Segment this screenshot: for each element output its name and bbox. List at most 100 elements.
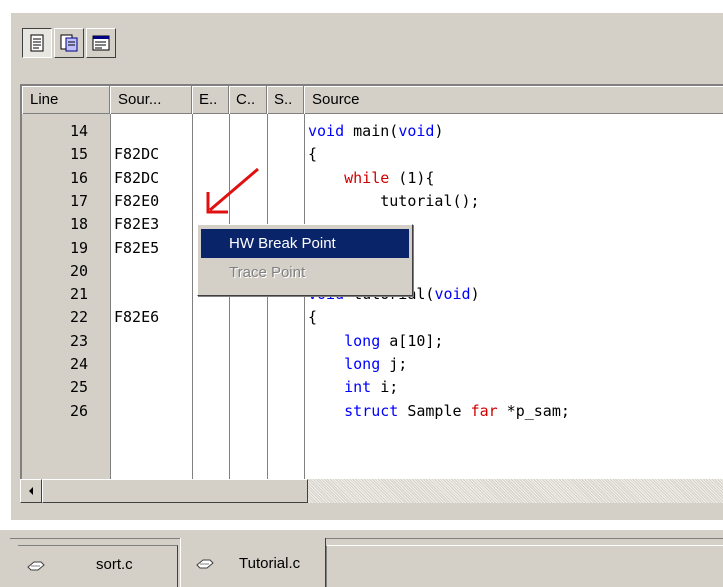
annotation-arrow-icon <box>206 167 259 214</box>
source-address <box>114 120 194 142</box>
code-token: while <box>344 168 390 187</box>
menu-item-trace-point[interactable]: Trace Point <box>201 258 409 287</box>
source-address: F82E3 <box>114 215 160 234</box>
triangle-left-icon <box>29 487 33 495</box>
line-number: 17 <box>69 191 88 210</box>
file-link-icon <box>27 561 45 571</box>
source-address: F82E6 <box>114 308 160 327</box>
source-code: long a[10]; <box>308 330 443 352</box>
line-number: 16 <box>69 168 88 187</box>
code-token: int <box>344 378 372 397</box>
scroll-left-button[interactable] <box>20 479 42 503</box>
line-number: 22 <box>69 308 88 327</box>
table-row[interactable] <box>22 423 723 445</box>
column-header-line[interactable]: Line <box>22 86 110 114</box>
mixed-view-button[interactable] <box>54 28 84 58</box>
source-address <box>114 330 194 352</box>
line-number: 25 <box>69 378 88 397</box>
line-number: 21 <box>69 285 88 304</box>
grid-header: Line Sour... E.. C.. S.. Source <box>22 86 723 114</box>
source-address <box>114 423 194 445</box>
line-number: 14 <box>69 122 88 140</box>
source-code: struct Sample far *p_sam; <box>308 400 570 422</box>
table-row[interactable]: 26 struct Sample far *p_sam; <box>22 400 723 422</box>
table-row[interactable]: 16 F82DC while (1){ <box>22 167 723 189</box>
scroll-track[interactable] <box>308 479 723 503</box>
code-token: a[10]; <box>380 331 444 350</box>
source-code: { <box>308 306 317 328</box>
line-number: 19 <box>69 238 88 257</box>
source-view-icon <box>30 34 44 52</box>
file-link-icon <box>196 559 214 569</box>
tab-bar-empty <box>326 545 723 587</box>
table-row[interactable]: 23 long a[10]; <box>22 330 723 352</box>
tab-label: sort.c <box>96 556 133 573</box>
source-address: F82E0 <box>114 191 160 210</box>
table-row[interactable]: 15 F82DC { <box>22 143 723 165</box>
source-code: int i; <box>308 376 398 398</box>
source-address <box>114 283 194 305</box>
code-token: long <box>344 355 381 373</box>
horizontal-scrollbar[interactable] <box>20 479 723 503</box>
code-token: void <box>398 122 435 140</box>
disassembly-view-button[interactable] <box>86 28 116 58</box>
line-number <box>22 423 92 445</box>
line-number: 18 <box>69 215 88 234</box>
line-number: 15 <box>69 145 88 164</box>
source-address <box>114 353 194 375</box>
code-token: { <box>308 145 318 164</box>
table-row[interactable]: 24 long j; <box>22 353 723 375</box>
column-header-s[interactable]: S.. <box>267 86 304 114</box>
code-token: *p_sam; <box>497 401 570 420</box>
line-number: 24 <box>69 355 88 373</box>
column-header-address[interactable]: Sour... <box>110 86 192 114</box>
column-header-event[interactable]: E.. <box>192 86 229 114</box>
code-token: far <box>470 401 498 420</box>
code-token: (1){ <box>389 168 435 187</box>
column-header-source[interactable]: Source <box>304 86 723 114</box>
column-header-coverage[interactable]: C.. <box>229 86 267 114</box>
source-address: F82E5 <box>114 238 160 257</box>
line-number: 20 <box>69 261 88 280</box>
scroll-thumb[interactable] <box>42 479 308 503</box>
tab-label: Tutorial.c <box>239 555 301 572</box>
tab-tutorial-c[interactable]: Tutorial.c <box>180 538 326 587</box>
source-address <box>114 260 194 282</box>
code-token: j; <box>380 355 408 373</box>
view-toolbar <box>22 28 162 74</box>
context-menu: HW Break Point Trace Point <box>197 224 413 296</box>
table-row[interactable]: 22 F82E6 { <box>22 306 723 328</box>
disassembly-view-icon <box>92 35 110 51</box>
source-code: while (1){ <box>308 167 434 189</box>
source-address: F82DC <box>114 168 160 187</box>
code-token: void <box>308 122 345 140</box>
code-token: ) <box>470 285 480 304</box>
code-token: tutorial(); <box>308 191 480 210</box>
window-top-edge <box>0 0 723 12</box>
line-number: 26 <box>69 401 88 420</box>
menu-item-hw-break-point[interactable]: HW Break Point <box>201 229 409 258</box>
code-token: main( <box>344 122 399 140</box>
code-token: struct <box>344 401 399 420</box>
tab-divider <box>10 538 723 539</box>
table-row[interactable]: 17 F82E0 tutorial(); <box>22 190 723 212</box>
source-code: long j; <box>308 353 407 375</box>
source-code: { <box>308 143 317 165</box>
code-token: Sample <box>398 401 471 420</box>
tab-sort-c[interactable]: sort.c <box>18 545 178 587</box>
code-token: void <box>434 285 471 304</box>
mixed-view-icon <box>60 34 78 52</box>
table-row[interactable]: 14 void main(void) <box>22 120 723 142</box>
code-token: long <box>344 331 381 350</box>
code-token: { <box>308 308 318 327</box>
source-view-button[interactable] <box>22 28 52 58</box>
source-code: void main(void) <box>308 120 443 142</box>
table-row[interactable]: 25 int i; <box>22 376 723 398</box>
code-token: ) <box>434 122 444 140</box>
source-address: F82DC <box>114 145 160 164</box>
source-code: tutorial(); <box>308 190 480 212</box>
